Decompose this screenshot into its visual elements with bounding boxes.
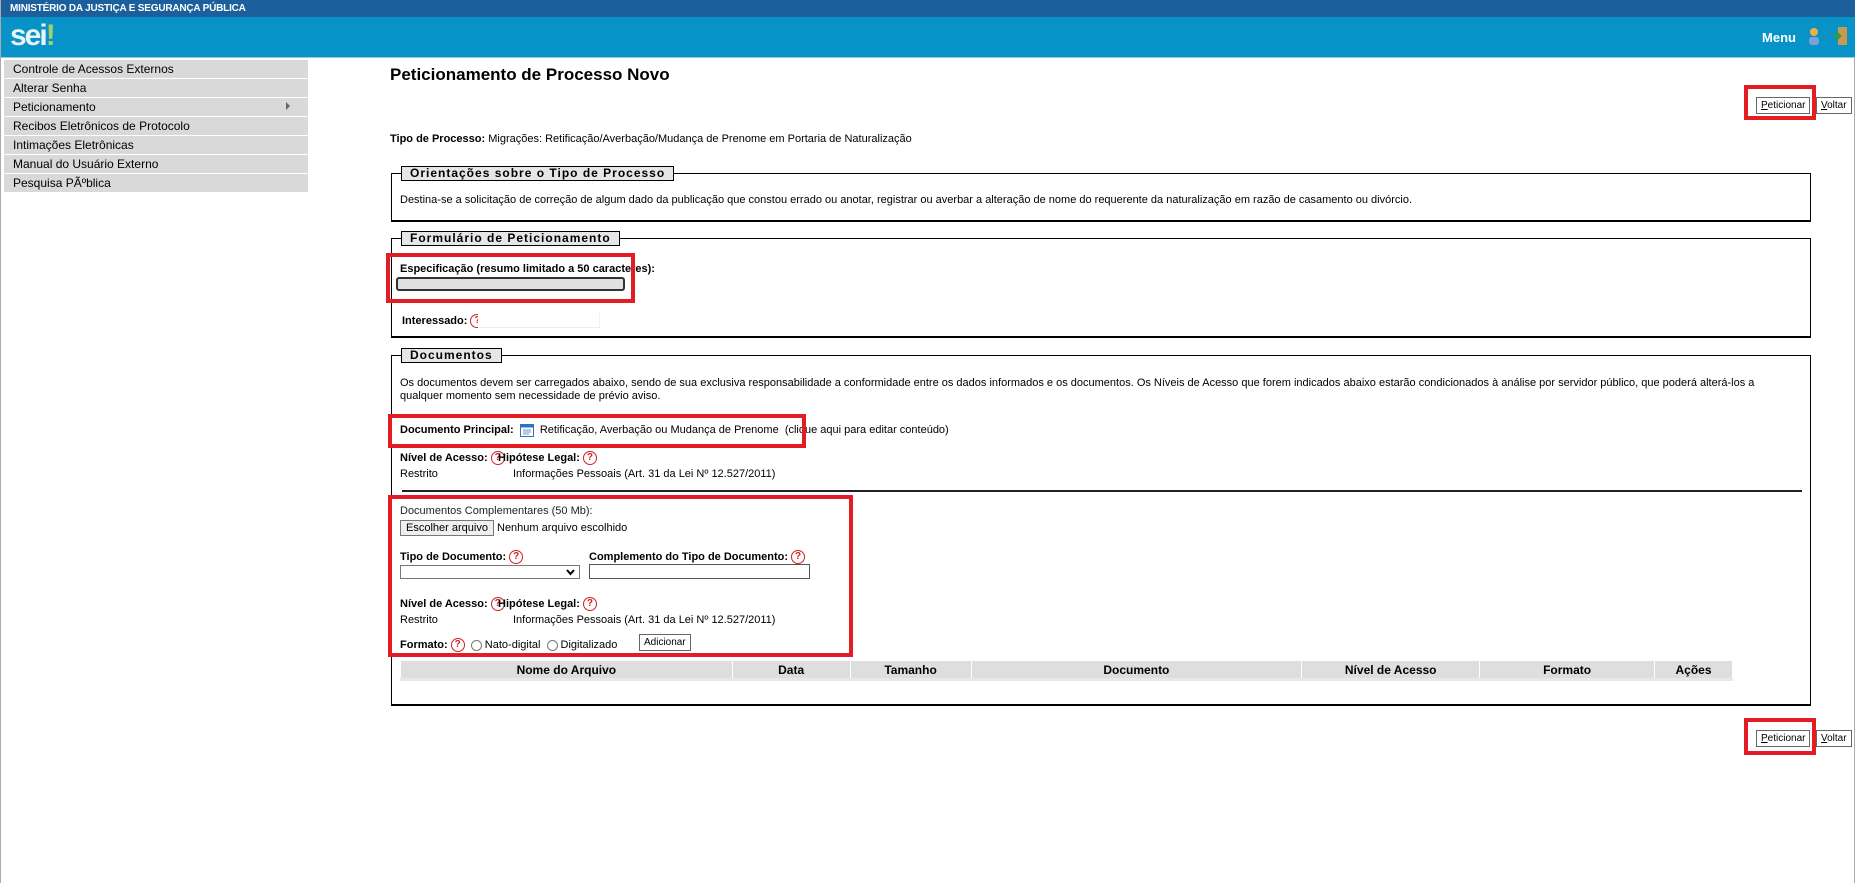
- voltar-button-top[interactable]: Voltar: [1816, 97, 1852, 114]
- interessado-input[interactable]: [478, 313, 600, 328]
- column-header[interactable]: Nível de Acesso: [1301, 660, 1481, 681]
- column-header[interactable]: Data: [731, 660, 851, 681]
- highlight-box: [388, 414, 806, 448]
- user-icon[interactable]: [1806, 26, 1822, 46]
- org-bar: MINISTÉRIO DA JUSTIÇA E SEGURANÇA PÚBLIC…: [1, 0, 1855, 17]
- documentos-intro: Os documentos devem ser carregados abaix…: [400, 377, 1755, 402]
- orientacoes-fieldset: Orientações sobre o Tipo de Processo Des…: [391, 166, 1811, 222]
- sidebar-item-alterar-senha[interactable]: Alterar Senha: [4, 79, 308, 98]
- sei-logo[interactable]: sei!: [10, 19, 56, 53]
- sidebar-item-label: Controle de Acessos Externos: [13, 62, 174, 76]
- orientacoes-legend: Orientações sobre o Tipo de Processo: [401, 166, 675, 181]
- submenu-arrow-icon: [286, 102, 290, 110]
- nivel-acesso-label: Nível de Acesso: ?: [400, 451, 505, 465]
- table-header-row: Nome do Arquivo Data Tamanho Documento N…: [400, 660, 1733, 681]
- sidebar-item-peticionamento[interactable]: Peticionamento: [4, 98, 308, 117]
- sidebar-item-manual[interactable]: Manual do Usuário Externo: [4, 155, 308, 174]
- sidebar-item-label: Pesquisa PÃºblica: [13, 176, 111, 190]
- column-header[interactable]: Nome do Arquivo: [400, 660, 733, 681]
- sidebar-item-label: Intimações Eletrônicas: [13, 138, 134, 152]
- column-header[interactable]: Documento: [970, 660, 1303, 681]
- peticionar-button-bottom[interactable]: Peticionar: [1756, 730, 1811, 747]
- hipotese-legal-value: Informações Pessoais (Art. 31 da Lei Nº …: [513, 468, 776, 480]
- tipo-processo: Tipo de Processo: Migrações: Retificação…: [390, 133, 912, 145]
- page-title: Peticionamento de Processo Novo: [390, 65, 670, 84]
- nivel-acesso-value: Restrito: [400, 468, 438, 480]
- exit-icon[interactable]: [1832, 26, 1848, 46]
- sidebar-item-label: Manual do Usuário Externo: [13, 157, 159, 171]
- divider: [402, 490, 1802, 492]
- help-icon[interactable]: ?: [582, 451, 597, 465]
- menu-button[interactable]: Menu: [1762, 30, 1796, 45]
- peticionar-button-top[interactable]: Peticionar: [1756, 97, 1811, 114]
- column-header[interactable]: Formato: [1479, 660, 1655, 681]
- sidebar-item-label: Alterar Senha: [13, 81, 87, 95]
- column-header[interactable]: Tamanho: [849, 660, 972, 681]
- sidebar-item-label: Recibos Eletrônicos de Protocolo: [13, 119, 190, 133]
- sidebar-item-pesquisa[interactable]: Pesquisa PÃºblica: [4, 174, 308, 193]
- formulario-legend: Formulário de Peticionamento: [401, 231, 620, 246]
- column-header[interactable]: Ações: [1654, 660, 1733, 681]
- highlight-box: [388, 495, 853, 657]
- documents-table: Nome do Arquivo Data Tamanho Documento N…: [400, 660, 1733, 681]
- orientacoes-text: Destina-se a solicitação de correção de …: [400, 194, 1413, 206]
- hipotese-legal-label: Hipótese Legal: ?: [498, 451, 597, 465]
- sidebar-item-intimacoes[interactable]: Intimações Eletrônicas: [4, 136, 308, 155]
- documentos-legend: Documentos: [401, 348, 502, 363]
- highlight-box: [386, 253, 635, 303]
- editar-conteudo-link[interactable]: (clique aqui para editar conteúdo): [785, 424, 949, 436]
- header: sei! Menu: [1, 17, 1855, 58]
- voltar-button-bottom[interactable]: Voltar: [1816, 730, 1852, 747]
- sidebar-item-label: Peticionamento: [13, 100, 96, 114]
- sidebar-menu: Controle de Acessos Externos Alterar Sen…: [4, 60, 308, 193]
- interessado-label: Interessado: ?: [402, 314, 485, 328]
- sidebar-item-recibos[interactable]: Recibos Eletrônicos de Protocolo: [4, 117, 308, 136]
- sidebar-item-controle-acessos[interactable]: Controle de Acessos Externos: [4, 60, 308, 79]
